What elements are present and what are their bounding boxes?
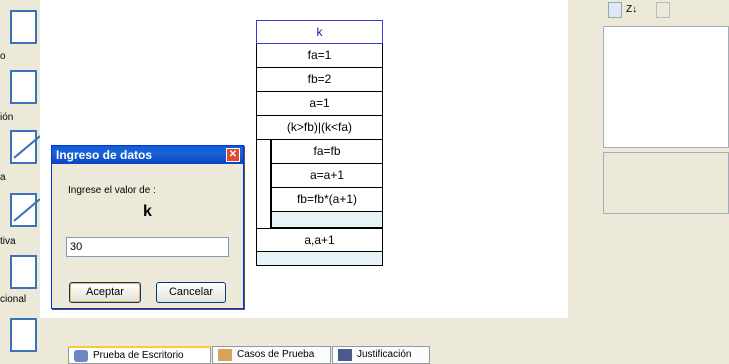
- categorized-icon[interactable]: [608, 2, 622, 18]
- tab-justificacion[interactable]: Justificación: [332, 346, 430, 364]
- tab-label: Prueba de Escritorio: [93, 350, 184, 361]
- loop-body-box[interactable]: a=a+1: [271, 164, 383, 188]
- palette-condition-icon[interactable]: [10, 130, 37, 164]
- value-input[interactable]: [66, 237, 229, 257]
- diagram-box[interactable]: a=1: [256, 92, 383, 116]
- property-pages-icon[interactable]: [656, 2, 670, 18]
- diagram-box[interactable]: fb=2: [256, 68, 383, 92]
- property-grid[interactable]: [603, 26, 729, 148]
- palette-repeat-icon[interactable]: [10, 193, 37, 227]
- accept-button[interactable]: Aceptar: [69, 282, 141, 303]
- palette-label: ión: [0, 112, 14, 123]
- diagram-header-k[interactable]: k: [256, 20, 383, 44]
- property-description: [603, 152, 729, 214]
- shapes-palette: o ión a tiva cional: [0, 0, 40, 361]
- tab-casos-de-prueba[interactable]: Casos de Prueba: [212, 346, 331, 364]
- loop-end-box[interactable]: a,a+1: [256, 228, 383, 252]
- desk-test-icon: [74, 350, 88, 362]
- diagram-box[interactable]: fa=1: [256, 44, 383, 68]
- loop-body-empty[interactable]: [271, 212, 383, 228]
- palette-loop-icon[interactable]: [10, 318, 37, 352]
- input-dialog: Ingreso de datos ✕ Ingrese el valor de :…: [51, 145, 244, 309]
- loop-body-box[interactable]: fb=fb*(a+1): [271, 188, 383, 212]
- dialog-title[interactable]: Ingreso de datos: [52, 146, 243, 164]
- loop-condition-box[interactable]: (k>fb)|(k<fa): [256, 116, 383, 140]
- close-icon[interactable]: ✕: [226, 148, 240, 162]
- justification-icon: [338, 349, 352, 361]
- diagram-footer[interactable]: [256, 252, 383, 266]
- dialog-variable-name: k: [143, 203, 152, 220]
- tab-label: Justificación: [357, 349, 412, 360]
- tab-label: Casos de Prueba: [237, 349, 315, 360]
- loop-body-box[interactable]: fa=fb: [271, 140, 383, 164]
- dialog-title-text: Ingreso de datos: [56, 148, 153, 162]
- palette-label: a: [0, 172, 6, 183]
- palette-selection-icon[interactable]: [10, 255, 37, 289]
- loop-side-bar: [256, 140, 271, 228]
- dialog-prompt: Ingrese el valor de :: [68, 185, 156, 196]
- cancel-button[interactable]: Cancelar: [156, 282, 226, 303]
- palette-assign-icon[interactable]: [10, 70, 37, 104]
- sort-alpha-button[interactable]: Z↓: [626, 2, 637, 18]
- tab-prueba-de-escritorio[interactable]: Prueba de Escritorio: [68, 346, 211, 364]
- test-cases-icon: [218, 349, 232, 361]
- palette-process-icon[interactable]: [10, 10, 37, 44]
- palette-label: o: [0, 51, 6, 62]
- palette-label: cional: [0, 294, 27, 305]
- palette-label: tiva: [0, 236, 16, 247]
